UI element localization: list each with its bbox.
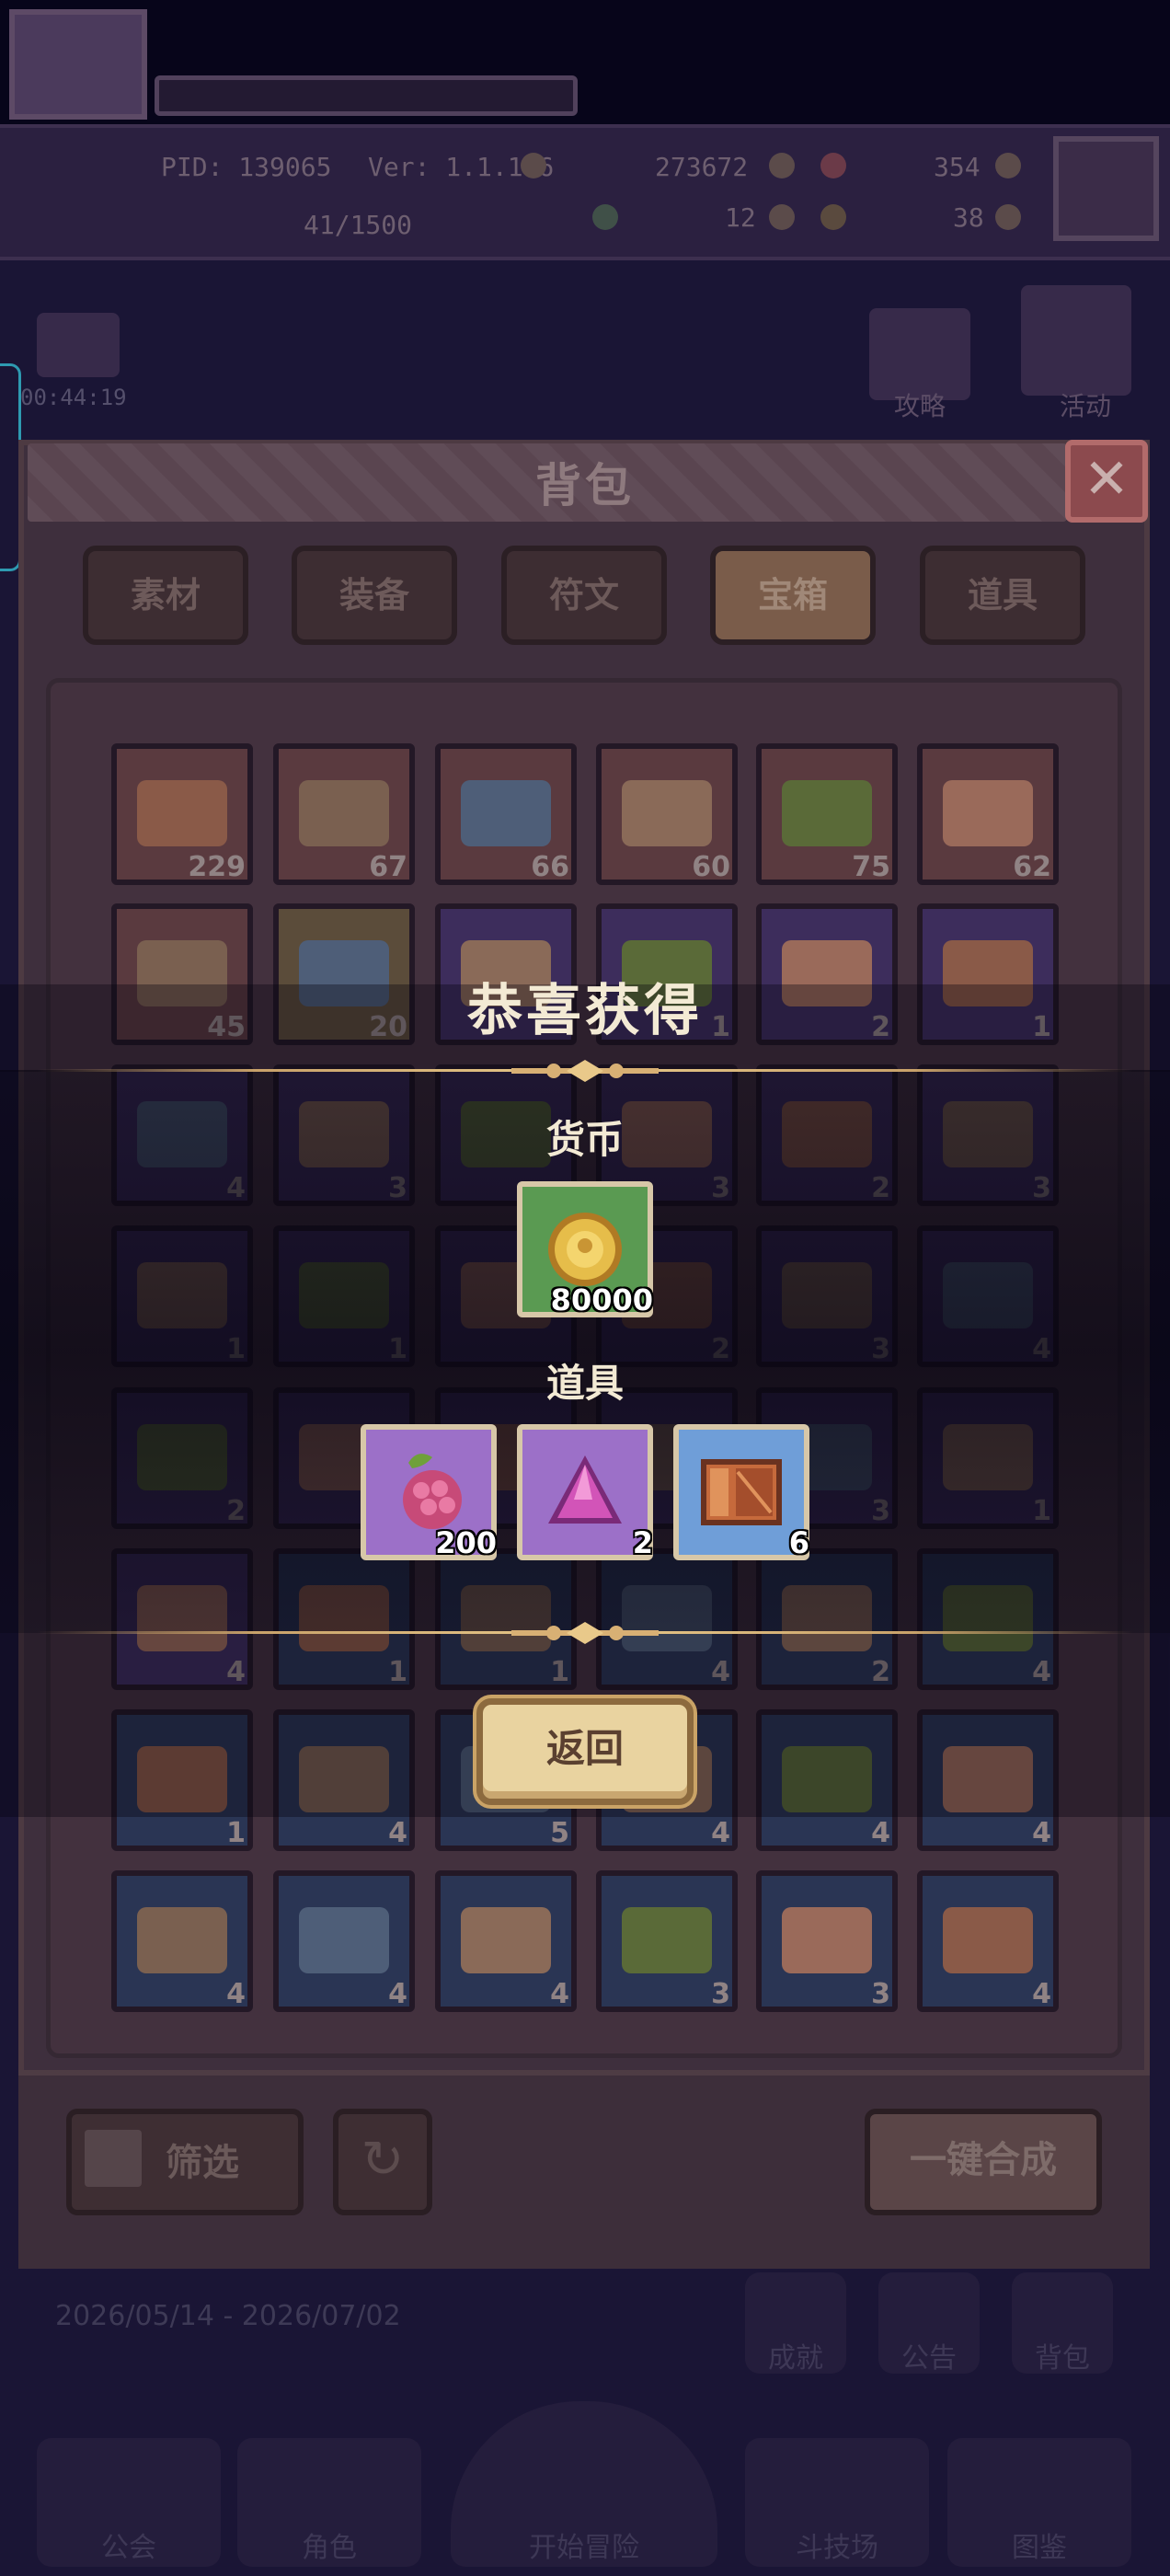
ornament-top-icon xyxy=(511,1060,659,1082)
inventory-slot[interactable]: 75 xyxy=(756,743,898,885)
slot-count: 60 xyxy=(692,851,730,883)
grid-filter-icon xyxy=(85,2130,142,2187)
chest-icon xyxy=(461,780,551,846)
inventory-slot[interactable]: 62 xyxy=(917,743,1059,885)
return-button[interactable]: 返回 xyxy=(476,1698,694,1805)
slot-count: 5 xyxy=(550,1817,569,1849)
slot-count: 4 xyxy=(871,1817,890,1849)
backpack-nav-label: 背包 xyxy=(1035,2342,1090,2375)
wooden-crate-icon xyxy=(701,1459,782,1525)
slot-count: 3 xyxy=(711,1978,730,2010)
chest-icon xyxy=(137,780,227,846)
reward-item-slot-1[interactable]: 200 xyxy=(361,1424,497,1560)
inventory-slot[interactable]: 3 xyxy=(756,1870,898,2012)
chest-icon xyxy=(137,1907,227,1973)
slot-count: 66 xyxy=(531,851,569,883)
date-range: 2026/05/14 - 2026/07/02 xyxy=(55,2300,401,2332)
filter-label: 筛选 xyxy=(166,2142,239,2184)
nav-character-label: 角色 xyxy=(302,2532,357,2564)
inventory-slot[interactable]: 4 xyxy=(111,1870,253,2012)
inventory-slot[interactable]: 67 xyxy=(273,743,415,885)
reward-title: 恭喜获得 xyxy=(467,979,703,1043)
reward-item-count-1: 200 xyxy=(435,1525,497,1560)
slot-count: 62 xyxy=(1013,851,1051,883)
slot-count: 4 xyxy=(388,1978,407,2010)
currency-section-label: 货币 xyxy=(545,1117,624,1162)
combine-all-button[interactable]: 一键合成 xyxy=(865,2109,1102,2215)
chest-icon xyxy=(461,1907,551,1973)
inventory-slot[interactable]: 60 xyxy=(596,743,738,885)
purple-gem-icon xyxy=(548,1455,622,1524)
inventory-slot[interactable]: 229 xyxy=(111,743,253,885)
chest-icon xyxy=(943,780,1033,846)
chest-icon xyxy=(943,1907,1033,1973)
chest-icon xyxy=(622,1907,712,1973)
achievements-label: 成就 xyxy=(768,2342,823,2375)
notice-label: 公告 xyxy=(901,2342,957,2375)
slot-count: 4 xyxy=(1032,1978,1051,2010)
chest-icon xyxy=(299,1907,389,1973)
slot-count: 4 xyxy=(711,1817,730,1849)
raspberry-icon xyxy=(403,1454,462,1529)
slot-count: 4 xyxy=(388,1817,407,1849)
slot-count: 1 xyxy=(226,1817,246,1849)
chest-icon xyxy=(299,780,389,846)
inventory-slot[interactable]: 4 xyxy=(917,1870,1059,2012)
nav-guild-label: 公会 xyxy=(101,2532,156,2564)
reward-item-slot-3[interactable]: 6 xyxy=(673,1424,809,1560)
refresh-icon: ↻ xyxy=(361,2130,405,2190)
ornament-bottom-icon xyxy=(511,1622,659,1644)
slot-count: 67 xyxy=(369,851,407,883)
reward-currency-count: 80000 xyxy=(550,1282,653,1317)
chest-icon xyxy=(782,780,872,846)
nav-start-adventure-label: 开始冒险 xyxy=(529,2532,639,2564)
reward-item-count-3: 6 xyxy=(788,1525,809,1560)
slot-count: 4 xyxy=(1032,1817,1051,1849)
chest-icon xyxy=(622,780,712,846)
refresh-button[interactable]: ↻ xyxy=(333,2109,432,2215)
chest-icon xyxy=(782,1907,872,1973)
inventory-slot[interactable]: 66 xyxy=(435,743,577,885)
items-section-label: 道具 xyxy=(545,1361,624,1406)
nav-codex-label: 图鉴 xyxy=(1012,2532,1067,2564)
gold-coin-icon xyxy=(548,1213,622,1286)
inventory-slot[interactable]: 4 xyxy=(435,1870,577,2012)
reward-item-slot-2[interactable]: 2 xyxy=(517,1424,653,1560)
slot-count: 4 xyxy=(226,1978,246,2010)
inventory-slot[interactable]: 3 xyxy=(596,1870,738,2012)
slot-count: 229 xyxy=(188,851,246,883)
nav-arena-label: 斗技场 xyxy=(796,2532,878,2564)
reward-item-count-2: 2 xyxy=(632,1525,653,1560)
inventory-slot[interactable]: 4 xyxy=(273,1870,415,2012)
reward-currency-slot[interactable]: 80000 xyxy=(517,1181,653,1317)
slot-count: 4 xyxy=(550,1978,569,2010)
slot-count: 3 xyxy=(871,1978,890,2010)
slot-count: 75 xyxy=(852,851,890,883)
